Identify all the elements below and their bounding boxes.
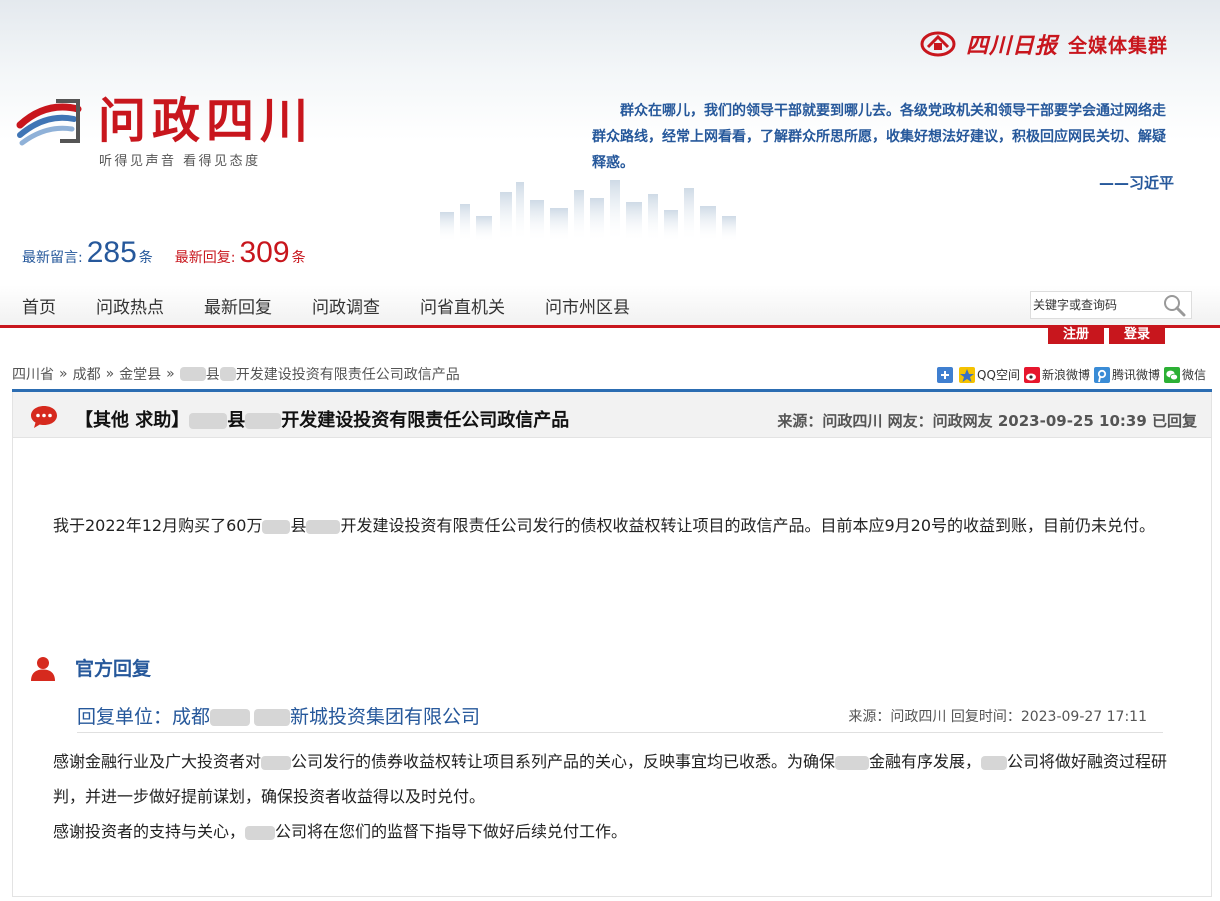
redacted-blur [189, 413, 228, 429]
reply-unit-name: 新城投资集团有限公司 [290, 706, 481, 728]
breadcrumb-current-part1: 县 [205, 367, 220, 383]
site-header: 四川日报 全媒体集群 问政四川 听得见声音 看得见态度 群众在哪儿，我们的领导干… [0, 0, 1220, 285]
share-tencent-weibo-label: 腾讯微博 [1111, 368, 1160, 382]
sina-weibo-icon [1023, 366, 1040, 383]
topic-category: 【其他 求助】 [75, 410, 190, 431]
auth-buttons: 注册 登录 [1048, 326, 1165, 344]
topic-title-part1: 县 [227, 410, 246, 431]
nav-provincial-agencies[interactable]: 问省直机关 [420, 293, 505, 318]
user-icon [31, 656, 55, 681]
redacted-blur [981, 755, 1008, 770]
reply-divider [77, 732, 1163, 733]
breadcrumb: 四川省 » 成都 » 金堂县 » 县 开发建设投资有限责任公司政信产品 [12, 364, 460, 384]
topic-content-part3: 开发建设投资有限责任公司发行的债权收益权转让项目的政信产品。目前本应9月20号的… [340, 516, 1156, 535]
nav-surveys[interactable]: 问政调查 [312, 293, 380, 318]
stats-bar: 最新留言: 285 条 最新回复: 309 条 [22, 236, 306, 270]
reply-unit-label: 回复单位：成都 [77, 706, 211, 728]
share-qzone[interactable]: QQ空间 [959, 366, 1020, 383]
breadcrumb-current-part2: 开发建设投资有限责任公司政信产品 [235, 367, 460, 383]
new-replies-unit: 条 [291, 250, 306, 266]
brand-script-text: 四川日报 [965, 33, 1058, 59]
topic-title-part2: 开发建设投资有限责任公司政信产品 [281, 410, 570, 431]
share-tencent-weibo[interactable]: 腾讯微博 [1093, 366, 1160, 383]
redacted-blur [261, 755, 292, 770]
tencent-weibo-icon [1093, 366, 1110, 383]
reply-p2-a: 感谢投资者的支持与关心， [53, 822, 246, 841]
topic-content-part2: 县 [290, 516, 307, 535]
search-button[interactable] [1159, 292, 1189, 318]
redacted-blur [254, 709, 291, 726]
redacted-blur [210, 709, 251, 726]
new-messages-label: 最新留言: [22, 250, 83, 266]
leader-quote: 群众在哪儿，我们的领导干部就要到哪儿去。各级党政机关和领导干部要学会通过网络走群… [592, 103, 1166, 171]
site-logo[interactable]: 问政四川 [16, 94, 314, 148]
reply-unit: 回复单位：成都 新城投资集团有限公司 [77, 702, 480, 729]
breadcrumb-county[interactable]: 金堂县 [119, 364, 161, 384]
search-icon [1164, 295, 1186, 317]
nav-home[interactable]: 首页 [22, 293, 56, 318]
speech-bubble-icon [31, 406, 57, 428]
search-input[interactable] [1031, 293, 1159, 317]
breadcrumb-city[interactable]: 成都 [73, 364, 101, 384]
topic-panel: 【其他 求助】县开发建设投资有限责任公司政信产品 来源：问政四川 网友：问政网友… [12, 392, 1212, 897]
share-qzone-label: QQ空间 [977, 368, 1020, 382]
sichuan-daily-emblem-icon [920, 31, 956, 57]
logo-slogan: 听得见声音 看得见态度 [99, 154, 261, 169]
nav-divider [0, 325, 1220, 328]
nav-cities-counties[interactable]: 问市州区县 [545, 293, 630, 318]
topic-content-part1: 我于2022年12月购买了60万 [53, 516, 263, 535]
reply-p2-b: 公司将在您们的监督下指导下做好后续兑付工作。 [275, 822, 628, 841]
sichuan-daily-brand[interactable]: 四川日报 全媒体集群 [920, 28, 1168, 60]
quote-author: ——习近平 [1098, 174, 1174, 192]
reply-p1-b: 公司发行的债券收益权转让项目系列产品的关心，反映事宜均已收悉。为确保 [291, 752, 836, 771]
reply-p1-c: 金融有序发展， [869, 752, 982, 771]
share-sina-weibo-label: 新浪微博 [1041, 368, 1090, 382]
breadcrumb-separator: » [105, 366, 115, 382]
new-replies-count: 309 [239, 236, 290, 269]
logo-title: 问政四川 [98, 93, 315, 149]
official-reply-heading: 官方回复 [29, 654, 151, 681]
official-reply-title: 官方回复 [75, 658, 152, 680]
brand-group-text: 全媒体集群 [1067, 34, 1168, 57]
wechat-icon [1163, 366, 1180, 383]
share-wechat[interactable]: 微信 [1163, 366, 1206, 383]
logo-mark-icon [16, 99, 82, 146]
city-skyline-graphic [440, 180, 736, 242]
topic-header: 【其他 求助】 县 开发建设投资有限责任公司政信产品 来源：问政四川 网友：问政网友… [13, 392, 1211, 438]
share-wechat-label: 微信 [1181, 368, 1206, 382]
login-button[interactable]: 登录 [1109, 326, 1165, 344]
redacted-blur [835, 755, 870, 770]
search-box [1030, 291, 1192, 319]
new-replies-label: 最新回复: [174, 250, 236, 266]
redacted-blur [245, 825, 276, 840]
new-messages-count: 285 [86, 236, 137, 269]
new-messages-unit: 条 [138, 250, 153, 266]
redacted-blur [245, 413, 282, 429]
topic-meta: 来源：问政四川 网友：问政网友 2023-09-25 10:39 已回复 [777, 412, 1197, 430]
reply-meta: 来源：问政四川 回复时间：2023-09-27 17:11 [848, 709, 1147, 725]
qzone-icon [959, 366, 976, 383]
topic-title: 【其他 求助】 县 开发建设投资有限责任公司政信产品 [75, 406, 569, 432]
share-more-button[interactable] [937, 366, 955, 383]
reply-content: 感谢金融行业及广大投资者对 公司发行的债券收益权转让项目系列产品的关心，反映事宜均… [53, 744, 1193, 849]
breadcrumb-separator: » [166, 366, 175, 382]
nav-latest-replies[interactable]: 最新回复 [204, 293, 272, 318]
redacted-blur [262, 519, 291, 534]
breadcrumb-separator: » [59, 366, 68, 382]
plus-icon [937, 366, 954, 383]
topic-content: 我于2022年12月购买了60万 县 开发建设投资有限责任公司发行的债权收益权转让项… [53, 510, 1183, 542]
redacted-blur [179, 367, 206, 381]
breadcrumb-province[interactable]: 四川省 [12, 364, 54, 384]
redacted-blur [306, 519, 341, 534]
redacted-blur [219, 367, 236, 381]
share-sina-weibo[interactable]: 新浪微博 [1023, 366, 1090, 383]
share-bar: QQ空间 新浪微博 腾讯微博 微信 [933, 366, 1206, 383]
reply-p1-a: 感谢金融行业及广大投资者对 [53, 752, 262, 771]
register-button[interactable]: 注册 [1048, 326, 1104, 344]
nav-hot-topics[interactable]: 问政热点 [96, 293, 164, 318]
